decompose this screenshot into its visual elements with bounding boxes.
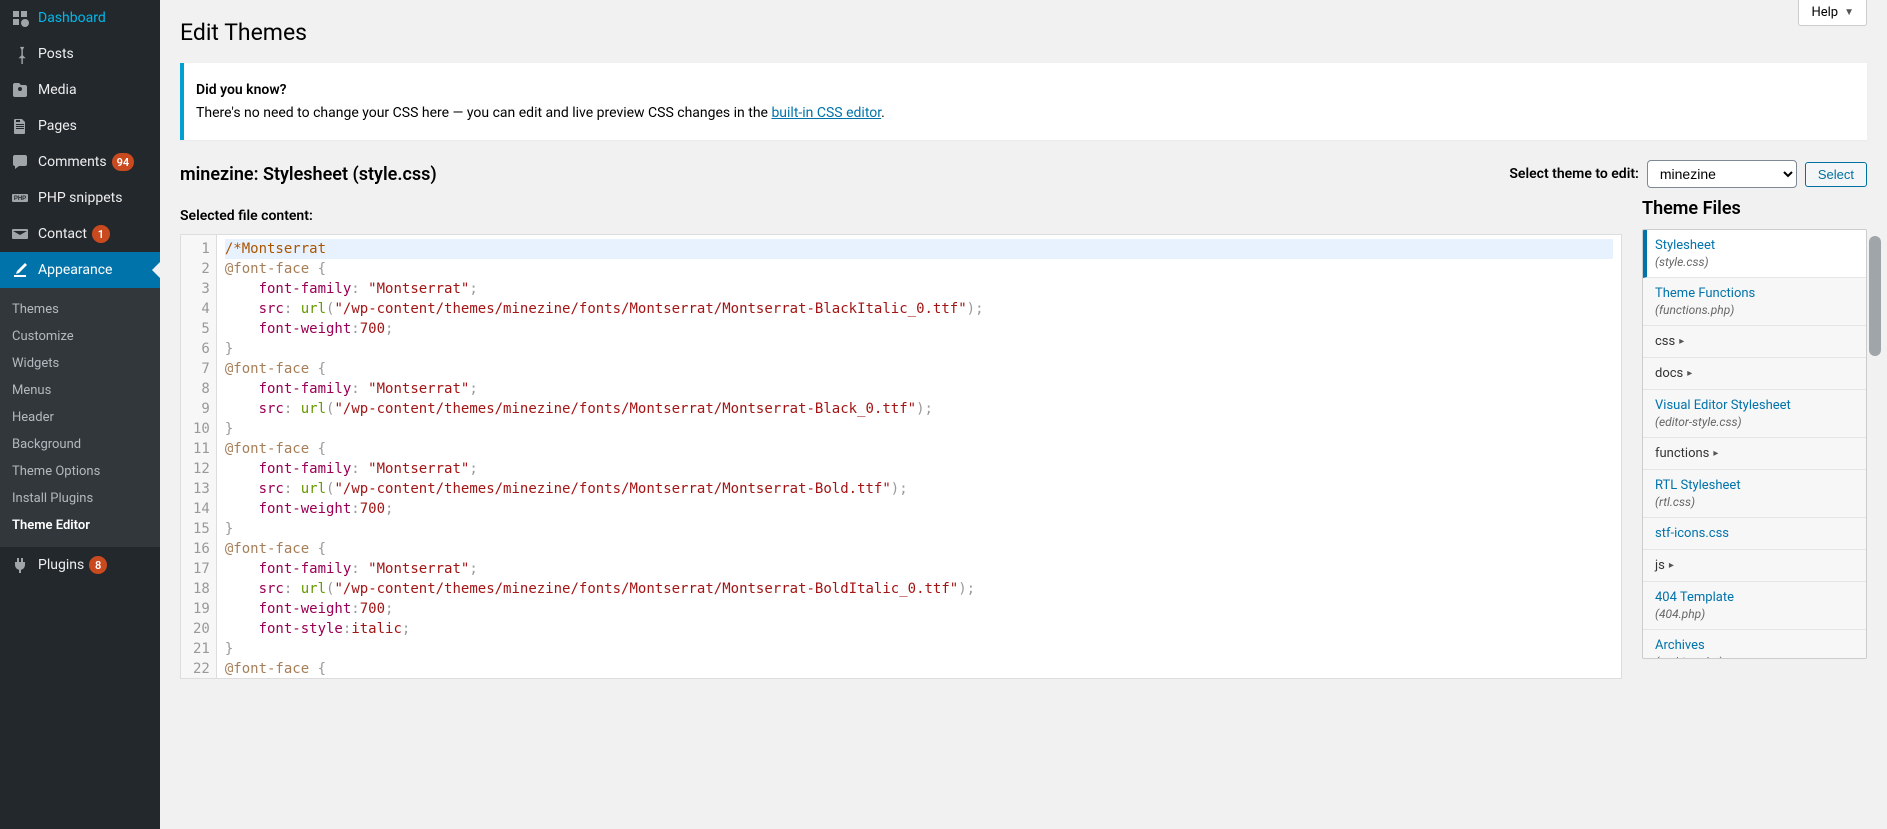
menu-item-posts[interactable]: Posts [0, 36, 160, 72]
chevron-right-icon: ▸ [1669, 560, 1674, 571]
files-heading: Theme Files [1642, 198, 1867, 219]
dashboard-icon [10, 8, 30, 28]
pages-icon [10, 116, 30, 136]
file-title: minezine: Stylesheet (style.css) [180, 164, 437, 185]
file-label: Stylesheet [1655, 238, 1715, 253]
file-meta: (404.php) [1655, 607, 1854, 621]
file-item[interactable]: Visual Editor Stylesheet (editor-style.cs… [1643, 390, 1866, 438]
menu-label: Contact [38, 226, 87, 242]
notice-text-after: . [881, 105, 885, 121]
info-notice: Did you know? There's no need to change … [180, 63, 1867, 140]
menu-item-appearance[interactable]: Appearance [0, 252, 160, 288]
menu-item-php-snippets[interactable]: PHP PHP snippets [0, 180, 160, 216]
file-item[interactable]: js ▸ [1643, 550, 1866, 582]
file-item[interactable]: 404 Template (404.php) [1643, 582, 1866, 630]
submenu-item-theme-options[interactable]: Theme Options [0, 458, 160, 485]
submenu-item-themes[interactable]: Themes [0, 296, 160, 323]
menu-label: Pages [38, 118, 77, 134]
file-label: css [1655, 334, 1675, 349]
php-icon: PHP [10, 188, 30, 208]
media-icon [10, 80, 30, 100]
code-editor[interactable]: 12345678910111213141516171819202122 /*Mo… [180, 234, 1622, 679]
plugins-icon [10, 555, 30, 575]
menu-label: Comments [38, 154, 107, 170]
file-meta: (archive.php) [1655, 655, 1854, 659]
menu-label: Media [38, 82, 77, 98]
files-list: Stylesheet (style.css) Theme Functions (fun… [1642, 229, 1867, 659]
help-tab[interactable]: Help ▼ [1798, 0, 1867, 26]
submenu-item-widgets[interactable]: Widgets [0, 350, 160, 377]
file-item[interactable]: Theme Functions (functions.php) [1643, 278, 1866, 326]
code-content[interactable]: /*Montserrat@font-face { font-family: "M… [217, 235, 1621, 678]
file-meta: (functions.php) [1655, 303, 1854, 317]
file-item[interactable]: css ▸ [1643, 326, 1866, 358]
notice-body: There's no need to change your CSS here … [196, 105, 1855, 121]
menu-item-plugins[interactable]: Plugins 8 [0, 547, 160, 583]
pin-icon [10, 44, 30, 64]
menu-label: Appearance [38, 262, 112, 278]
file-label: 404 Template [1655, 590, 1734, 605]
line-gutter: 12345678910111213141516171819202122 [181, 235, 217, 678]
submenu-item-menus[interactable]: Menus [0, 377, 160, 404]
menu-label: Dashboard [38, 10, 106, 26]
file-label: functions [1655, 446, 1709, 461]
menu-item-comments[interactable]: Comments 94 [0, 144, 160, 180]
menu-label: PHP snippets [38, 190, 122, 206]
select-button[interactable]: Select [1805, 162, 1867, 187]
file-label: Theme Functions [1655, 286, 1755, 301]
submenu-item-install-plugins[interactable]: Install Plugins [0, 485, 160, 512]
admin-sidebar: DashboardPostsMediaPagesComments94PHPPHP… [0, 0, 160, 829]
file-label: stf-icons.css [1655, 526, 1729, 541]
file-label: Visual Editor Stylesheet [1655, 398, 1791, 413]
help-label: Help [1811, 5, 1838, 20]
file-item[interactable]: stf-icons.css [1643, 518, 1866, 550]
chevron-down-icon: ▼ [1844, 7, 1854, 18]
chevron-right-icon: ▸ [1713, 448, 1718, 459]
file-meta: (rtl.css) [1655, 495, 1854, 509]
appearance-icon [10, 260, 30, 280]
file-item[interactable]: functions ▸ [1643, 438, 1866, 470]
comments-icon [10, 152, 30, 172]
file-meta: (editor-style.css) [1655, 415, 1854, 429]
css-editor-link[interactable]: built-in CSS editor [771, 105, 881, 121]
chevron-right-icon: ▸ [1679, 336, 1684, 347]
notice-text: There's no need to change your CSS here … [196, 105, 771, 121]
chevron-right-icon: ▸ [1687, 368, 1692, 379]
file-item[interactable]: docs ▸ [1643, 358, 1866, 390]
menu-label: Posts [38, 46, 74, 62]
file-label: js [1655, 558, 1665, 573]
submenu-item-header[interactable]: Header [0, 404, 160, 431]
scrollbar-thumb[interactable] [1869, 236, 1881, 356]
file-item[interactable]: Stylesheet (style.css) [1643, 230, 1866, 278]
file-label: RTL Stylesheet [1655, 478, 1741, 493]
file-label: docs [1655, 366, 1683, 381]
file-meta: (style.css) [1655, 255, 1854, 269]
badge: 1 [92, 225, 110, 243]
file-label: Archives [1655, 638, 1705, 653]
contact-icon [10, 224, 30, 244]
svg-text:PHP: PHP [14, 196, 26, 202]
file-item[interactable]: RTL Stylesheet (rtl.css) [1643, 470, 1866, 518]
main-content: Help ▼ Edit Themes Did you know? There's… [160, 0, 1887, 829]
files-scrollbar[interactable] [1869, 236, 1881, 679]
content-label: Selected file content: [180, 208, 1622, 224]
notice-heading: Did you know? [196, 82, 1855, 98]
submenu: ThemesCustomizeWidgetsMenusHeaderBackgro… [0, 288, 160, 547]
submenu-item-customize[interactable]: Customize [0, 323, 160, 350]
menu-item-contact[interactable]: Contact 1 [0, 216, 160, 252]
menu-item-dashboard[interactable]: Dashboard [0, 0, 160, 36]
menu-label: Plugins [38, 557, 84, 573]
theme-select[interactable]: minezine [1647, 160, 1797, 188]
badge: 94 [112, 153, 135, 171]
page-title: Edit Themes [180, 10, 1867, 50]
menu-item-media[interactable]: Media [0, 72, 160, 108]
submenu-item-theme-editor[interactable]: Theme Editor [0, 512, 160, 539]
badge: 8 [89, 556, 107, 574]
file-item[interactable]: Archives (archive.php) [1643, 630, 1866, 659]
select-theme-label: Select theme to edit: [1509, 166, 1638, 182]
menu-item-pages[interactable]: Pages [0, 108, 160, 144]
submenu-item-background[interactable]: Background [0, 431, 160, 458]
